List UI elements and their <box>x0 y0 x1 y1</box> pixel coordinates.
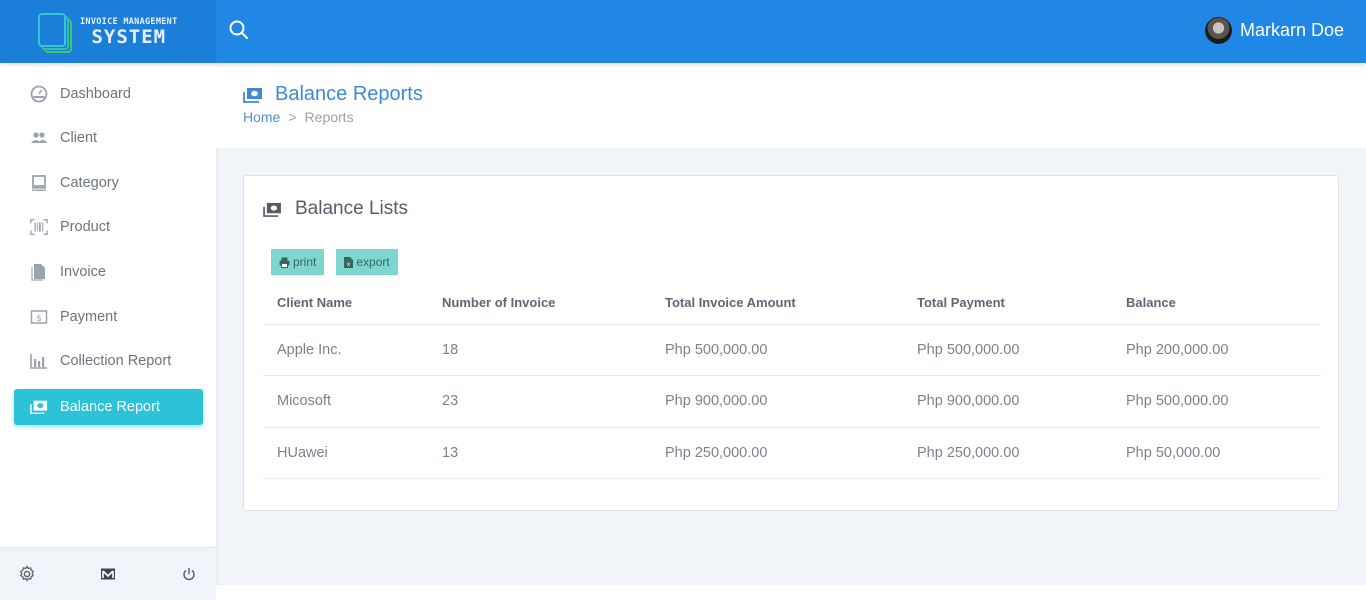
avatar <box>1204 17 1232 44</box>
sidebar-item-label: Category <box>60 175 119 191</box>
user-name: Markarn Doe <box>1239 20 1344 40</box>
export-button[interactable]: x export <box>336 249 398 275</box>
barcode-icon <box>30 218 48 236</box>
table-row[interactable]: Micosoft 23 Php 900,000.00 Php 900,000.0… <box>263 375 1321 428</box>
page-title-text: Balance Reports <box>275 83 423 105</box>
sidebar-item-label: Client <box>60 130 98 146</box>
brand-name: INVOICE MANAGEMENT SYSTEM <box>80 17 178 47</box>
page-header: Balance Reports Home > Reports <box>216 63 1366 148</box>
table-header-row: Client Name Number of Invoice Total Invo… <box>263 281 1321 325</box>
svg-text:x: x <box>347 261 351 268</box>
search-icon <box>229 20 248 39</box>
users-icon <box>30 129 48 147</box>
sidebar-item-dashboard[interactable]: Dashboard <box>14 76 203 112</box>
print-label: print <box>293 255 317 269</box>
column-header[interactable]: Client Name <box>263 281 428 325</box>
money-stack-icon <box>263 202 281 217</box>
brand[interactable]: INVOICE MANAGEMENT SYSTEM <box>0 0 216 63</box>
sidebar: Dashboard Client Category Product Invoic… <box>0 63 216 600</box>
excel-file-icon: x <box>344 256 354 268</box>
sidebar-item-invoice[interactable]: Invoice <box>14 254 203 290</box>
money-bill-icon: $ <box>30 308 48 326</box>
user-menu[interactable]: Markarn Doe <box>1204 17 1344 44</box>
card-title-text: Balance Lists <box>295 198 409 219</box>
settings-gear-icon <box>19 565 35 582</box>
sidebar-item-label: Collection Report <box>60 353 172 369</box>
page-title: Balance Reports <box>243 83 423 106</box>
invoice-count-cell: 13 <box>428 427 651 479</box>
sidebar-item-product[interactable]: Product <box>14 209 203 245</box>
table-actions: print x export <box>271 249 398 275</box>
balance-list-card: Balance Lists print x export Client Name… <box>243 175 1339 511</box>
column-header[interactable]: Balance <box>1112 281 1321 325</box>
breadcrumb: Home > Reports <box>243 109 354 125</box>
total-payment-cell: Php 500,000.00 <box>903 324 1112 376</box>
print-button[interactable]: print <box>271 249 325 275</box>
total-invoice-cell: Php 250,000.00 <box>651 427 903 479</box>
logo-icon <box>38 13 72 53</box>
sidebar-item-collection-report[interactable]: Collection Report <box>14 343 203 379</box>
search-button[interactable] <box>228 19 250 41</box>
money-stack-icon <box>243 87 262 103</box>
total-invoice-cell: Php 900,000.00 <box>651 375 903 428</box>
sidebar-item-payment[interactable]: $ Payment <box>14 299 203 335</box>
chevron-right-icon: > <box>288 109 297 125</box>
bar-chart-icon <box>30 352 48 370</box>
column-header[interactable]: Total Payment <box>903 281 1112 325</box>
total-payment-cell: Php 250,000.00 <box>903 427 1112 479</box>
export-label: export <box>356 255 390 269</box>
sidebar-footer <box>0 547 216 600</box>
sidebar-item-label: Product <box>60 219 110 235</box>
client-name-cell: Micosoft <box>263 375 428 428</box>
file-icon <box>30 263 48 281</box>
logout-button[interactable] <box>179 564 199 584</box>
laptop-icon <box>30 174 48 192</box>
top-navbar: INVOICE MANAGEMENT SYSTEM Markarn Doe <box>0 0 1366 63</box>
settings-button[interactable] <box>17 564 37 584</box>
table-row[interactable]: HUawei 13 Php 250,000.00 Php 250,000.00 … <box>263 427 1321 479</box>
table-row[interactable]: Apple Inc. 18 Php 500,000.00 Php 500,000… <box>263 324 1321 376</box>
brand-line-2: SYSTEM <box>91 26 167 48</box>
client-name-cell: Apple Inc. <box>263 324 428 376</box>
invoice-count-cell: 18 <box>428 324 651 376</box>
print-icon <box>279 257 290 268</box>
mail-button[interactable] <box>98 564 118 584</box>
balance-table: Client Name Number of Invoice Total Invo… <box>263 281 1321 479</box>
sidebar-item-label: Payment <box>60 309 118 325</box>
column-header[interactable]: Number of Invoice <box>428 281 651 325</box>
mail-icon <box>101 568 115 580</box>
dashboard-gauge-icon <box>30 85 48 103</box>
sidebar-item-label: Invoice <box>60 264 106 280</box>
balance-cell: Php 500,000.00 <box>1112 375 1321 428</box>
sidebar-item-balance-report[interactable]: Balance Report <box>14 389 203 425</box>
sidebar-item-client[interactable]: Client <box>14 120 203 156</box>
sidebar-item-label: Dashboard <box>60 86 131 102</box>
client-name-cell: HUawei <box>263 427 428 479</box>
breadcrumb-home[interactable]: Home <box>243 109 280 125</box>
sidebar-item-category[interactable]: Category <box>14 165 203 201</box>
power-icon <box>183 568 195 581</box>
footer-strip <box>216 585 1366 600</box>
balance-cell: Php 200,000.00 <box>1112 324 1321 376</box>
balance-cell: Php 50,000.00 <box>1112 427 1321 479</box>
money-stack-icon <box>30 398 48 416</box>
total-invoice-cell: Php 500,000.00 <box>651 324 903 376</box>
sidebar-item-label: Balance Report <box>60 399 160 415</box>
card-title: Balance Lists <box>263 198 408 220</box>
breadcrumb-current: Reports <box>304 109 354 125</box>
total-payment-cell: Php 900,000.00 <box>903 375 1112 428</box>
svg-text:$: $ <box>36 314 42 324</box>
column-header[interactable]: Total Invoice Amount <box>651 281 903 325</box>
invoice-count-cell: 23 <box>428 375 651 428</box>
